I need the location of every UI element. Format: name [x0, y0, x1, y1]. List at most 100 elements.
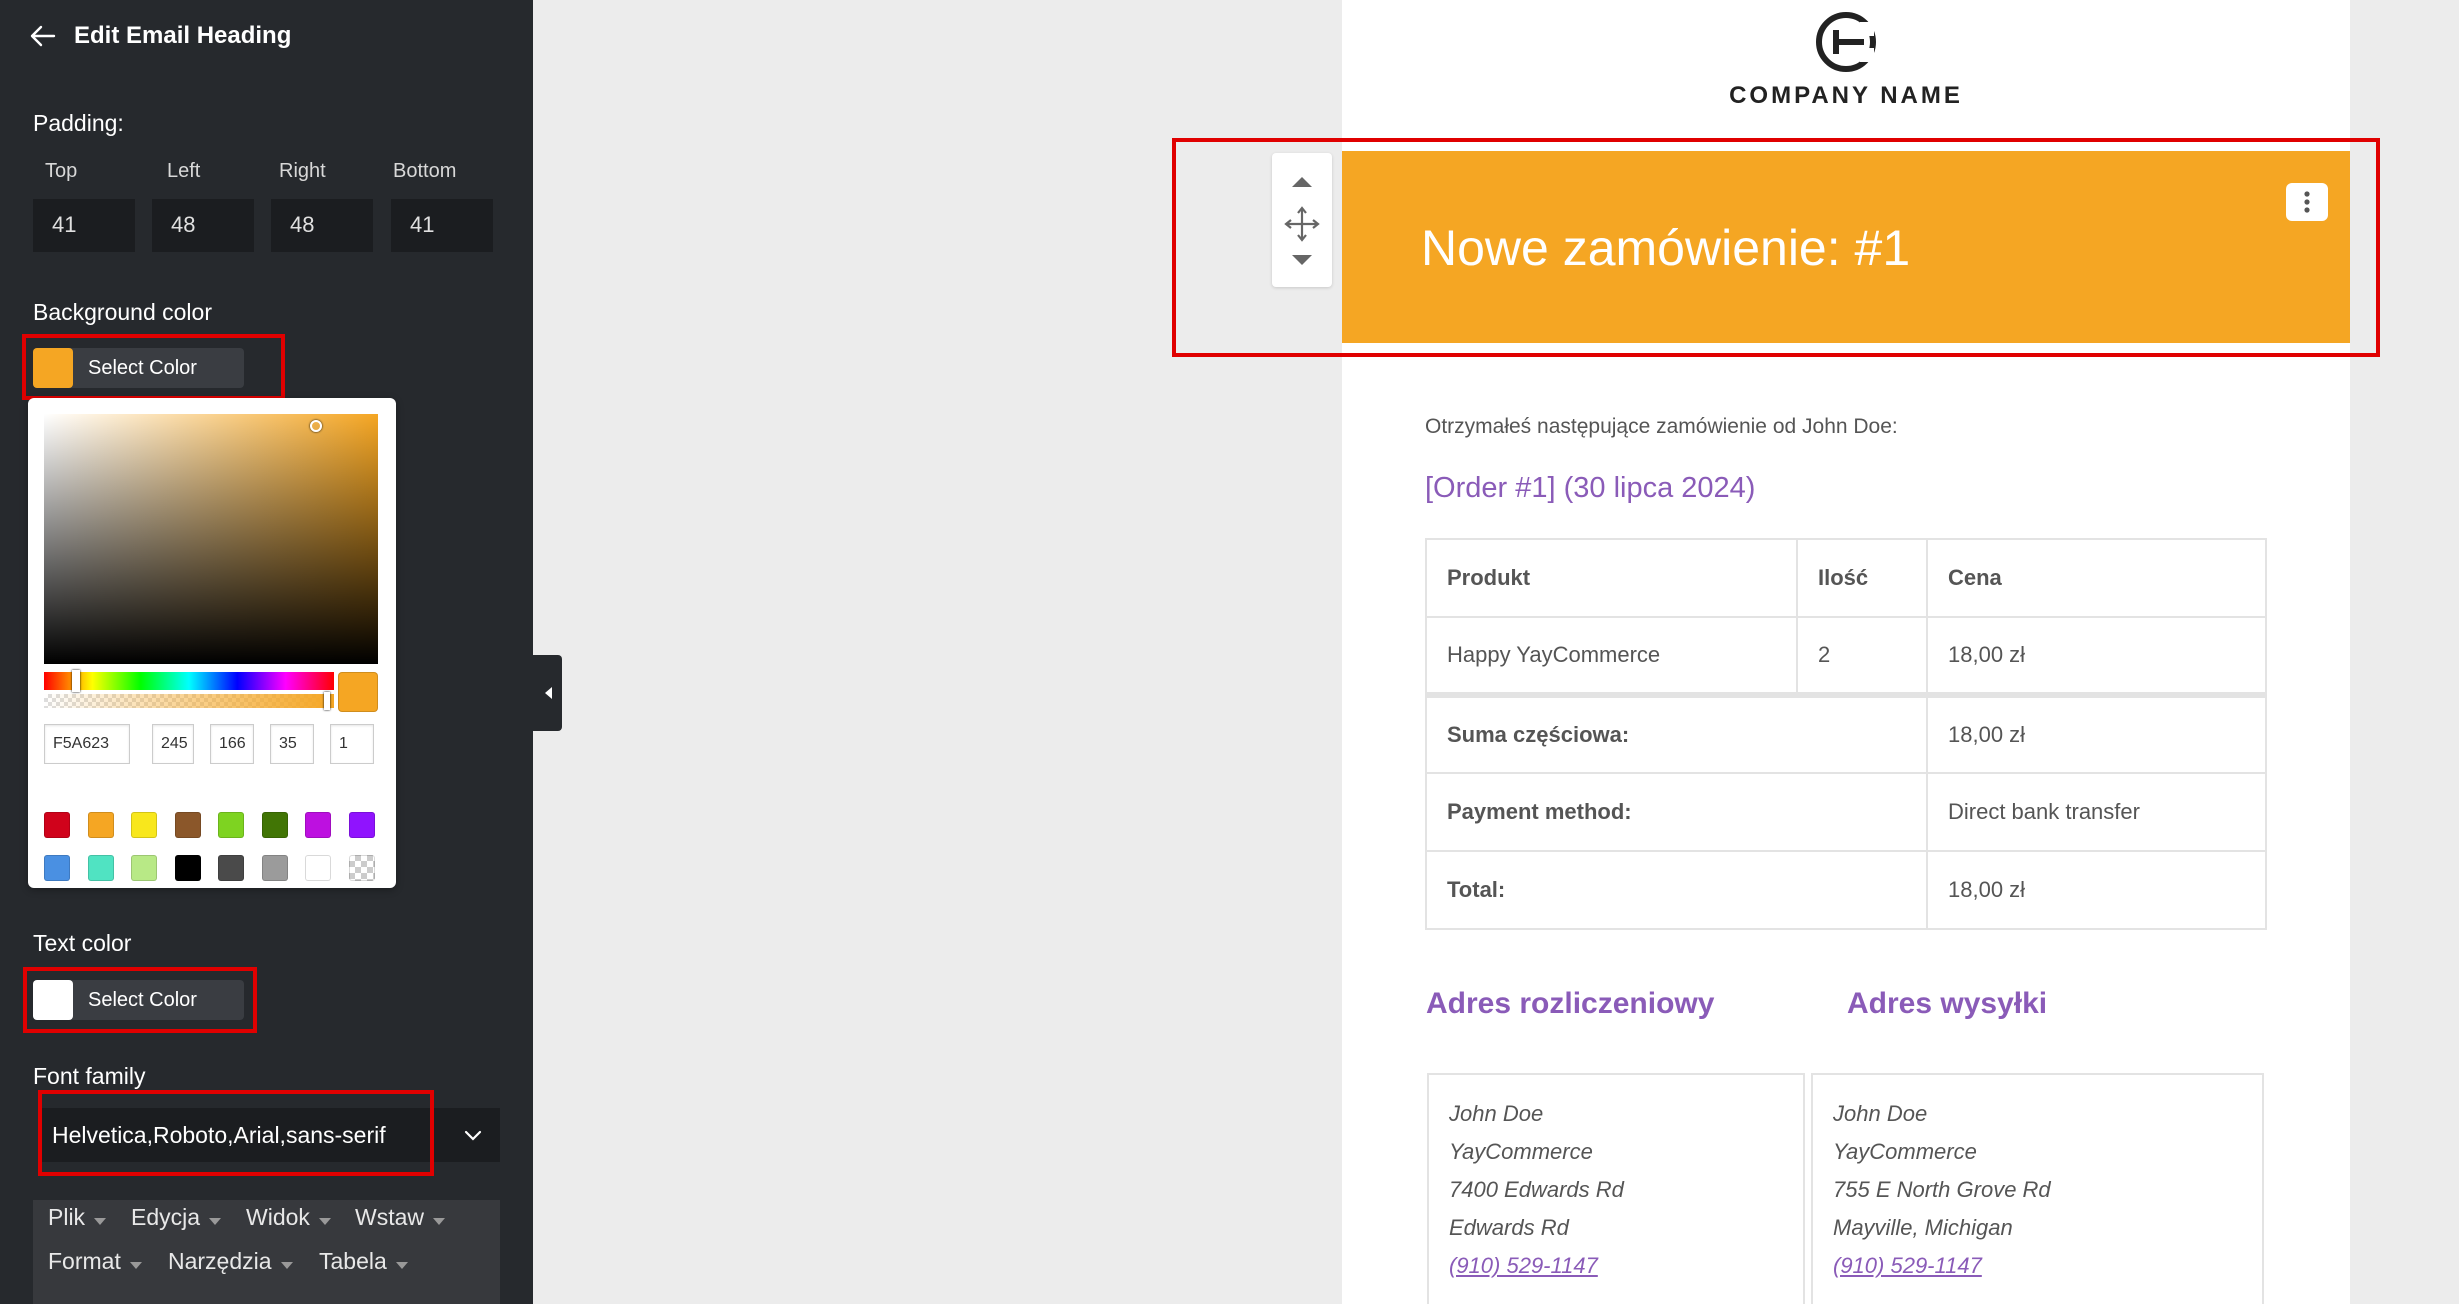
padding-left-input[interactable]: 48	[152, 199, 254, 252]
column-header: Produkt	[1425, 538, 1798, 618]
saturation-area[interactable]	[44, 414, 378, 664]
preset-swatch[interactable]	[174, 812, 201, 838]
preset-swatch[interactable]	[87, 812, 114, 838]
preset-swatch[interactable]	[131, 855, 157, 881]
padding-right-input[interactable]: 48	[271, 199, 373, 252]
saturation-knob[interactable]	[310, 420, 322, 432]
intro-text: Otrzymałeś następujące zamówienie od Joh…	[1425, 415, 1898, 438]
preset-swatch[interactable]	[218, 855, 244, 881]
padding-left-label: Left	[167, 160, 201, 182]
hue-slider[interactable]	[44, 672, 334, 690]
menu-label: Narzędzia	[168, 1248, 272, 1274]
menu-widok[interactable]: Widok	[246, 1204, 331, 1231]
payment-label: Payment method:	[1425, 772, 1928, 852]
preset-swatch[interactable]	[218, 812, 244, 838]
address-line: YayCommerce	[1449, 1139, 1593, 1164]
text-color-label: Text color	[33, 930, 132, 956]
color-picker: F5A623 245 166 35 1	[28, 398, 396, 888]
menu-plik[interactable]: Plik	[48, 1204, 107, 1231]
table-header-row: Produkt Ilość Cena	[1425, 538, 2267, 618]
highlight-box	[1172, 138, 2380, 357]
preset-swatch[interactable]	[305, 812, 331, 838]
alpha-slider[interactable]	[44, 694, 334, 708]
menu-tabela[interactable]: Tabela	[319, 1248, 408, 1275]
menu-label: Tabela	[319, 1248, 387, 1274]
collapse-sidebar-button[interactable]	[533, 655, 562, 731]
green-input[interactable]: 166	[210, 724, 254, 764]
preset-swatch[interactable]	[261, 812, 288, 838]
sidebar-title: Edit Email Heading	[74, 22, 292, 49]
address-line: YayCommerce	[1833, 1139, 1977, 1164]
product-qty: 2	[1796, 616, 1928, 696]
caret-down-icon	[280, 1262, 293, 1269]
column-header: Ilość	[1796, 538, 1928, 618]
shipping-address-box: John Doe YayCommerce 755 E North Grove R…	[1811, 1073, 2264, 1304]
menu-label: Plik	[48, 1204, 86, 1230]
address-line: 755 E North Grove Rd	[1833, 1177, 2051, 1202]
caret-left-icon	[544, 687, 552, 699]
padding-label: Padding:	[33, 110, 124, 136]
padding-bottom-input[interactable]: 41	[391, 199, 493, 252]
billing-address-title: Adres rozliczeniowy	[1426, 987, 1715, 1020]
shipping-address-title: Adres wysyłki	[1847, 987, 2048, 1020]
preset-swatch[interactable]	[44, 855, 70, 881]
font-family-label: Font family	[33, 1063, 146, 1089]
caret-down-icon	[318, 1218, 331, 1225]
menu-narzedzia[interactable]: Narzędzia	[168, 1248, 293, 1275]
address-line: John Doe	[1833, 1101, 1928, 1126]
hex-input[interactable]: F5A623	[44, 724, 130, 764]
menu-edycja[interactable]: Edycja	[131, 1204, 222, 1231]
editor-menubar: Plik Edycja Widok Wstaw Format Narzędzia…	[33, 1200, 500, 1304]
preset-swatch[interactable]	[348, 812, 375, 838]
table-row: Total: 18,00 zł	[1425, 850, 2267, 930]
total-value: 18,00 zł	[1926, 850, 2267, 930]
menu-wstaw[interactable]: Wstaw	[355, 1204, 445, 1231]
company-name: COMPANY NAME	[1729, 82, 1963, 109]
preset-swatch[interactable]	[348, 855, 375, 881]
billing-phone-link[interactable]: (910) 529-1147	[1449, 1247, 1803, 1285]
alpha-slider-handle[interactable]	[324, 692, 330, 710]
menu-format[interactable]: Format	[48, 1248, 142, 1275]
product-name: Happy YayCommerce	[1425, 616, 1798, 696]
preset-swatch[interactable]	[305, 855, 331, 881]
red-input[interactable]: 245	[152, 724, 194, 764]
padding-top-input[interactable]: 41	[33, 199, 135, 252]
total-label: Total:	[1425, 850, 1928, 930]
highlight-box	[38, 1090, 434, 1176]
order-link[interactable]: [Order #1] (30 lipca 2024)	[1425, 472, 1755, 505]
shipping-phone-link[interactable]: (910) 529-1147	[1833, 1247, 2262, 1285]
address-line: Edwards Rd	[1449, 1215, 1569, 1240]
menu-label: Format	[48, 1248, 121, 1274]
caret-down-icon	[433, 1218, 445, 1225]
menu-label: Wstaw	[355, 1204, 424, 1230]
table-row: Happy YayCommerce 2 18,00 zł	[1425, 616, 2267, 696]
highlight-box	[23, 967, 257, 1033]
preset-swatch[interactable]	[131, 812, 157, 838]
address-line: John Doe	[1449, 1101, 1544, 1126]
company-logo	[1342, 10, 2350, 79]
padding-bottom-label: Bottom	[393, 160, 457, 182]
blue-input[interactable]: 35	[270, 724, 314, 764]
back-arrow-icon[interactable]	[30, 22, 58, 50]
padding-right-label: Right	[279, 160, 326, 182]
subtotal-label: Suma częściowa:	[1425, 692, 1928, 774]
address-line: 7400 Edwards Rd	[1449, 1177, 1624, 1202]
chevron-down-icon	[462, 1124, 484, 1146]
preset-swatch[interactable]	[44, 812, 70, 838]
order-table: Produkt Ilość Cena Happy YayCommerce 2 1…	[1425, 538, 2267, 930]
alpha-input[interactable]: 1	[330, 724, 374, 764]
product-price: 18,00 zł	[1926, 616, 2267, 696]
billing-address-box: John Doe YayCommerce 7400 Edwards Rd Edw…	[1427, 1073, 1805, 1304]
address-line: Mayville, Michigan	[1833, 1215, 2013, 1240]
caret-down-icon	[129, 1262, 142, 1269]
preset-swatch[interactable]	[87, 855, 114, 881]
preset-swatch[interactable]	[261, 855, 288, 881]
subtotal-value: 18,00 zł	[1926, 692, 2267, 774]
editor-sidebar: Edit Email Heading Padding: Top Left Rig…	[0, 0, 533, 1304]
caret-down-icon	[94, 1218, 107, 1225]
preset-swatch[interactable]	[174, 855, 201, 881]
company-logo-icon	[1816, 12, 1876, 72]
hue-slider-handle[interactable]	[72, 670, 80, 692]
caret-down-icon	[209, 1218, 222, 1225]
padding-top-label: Top	[45, 160, 78, 182]
